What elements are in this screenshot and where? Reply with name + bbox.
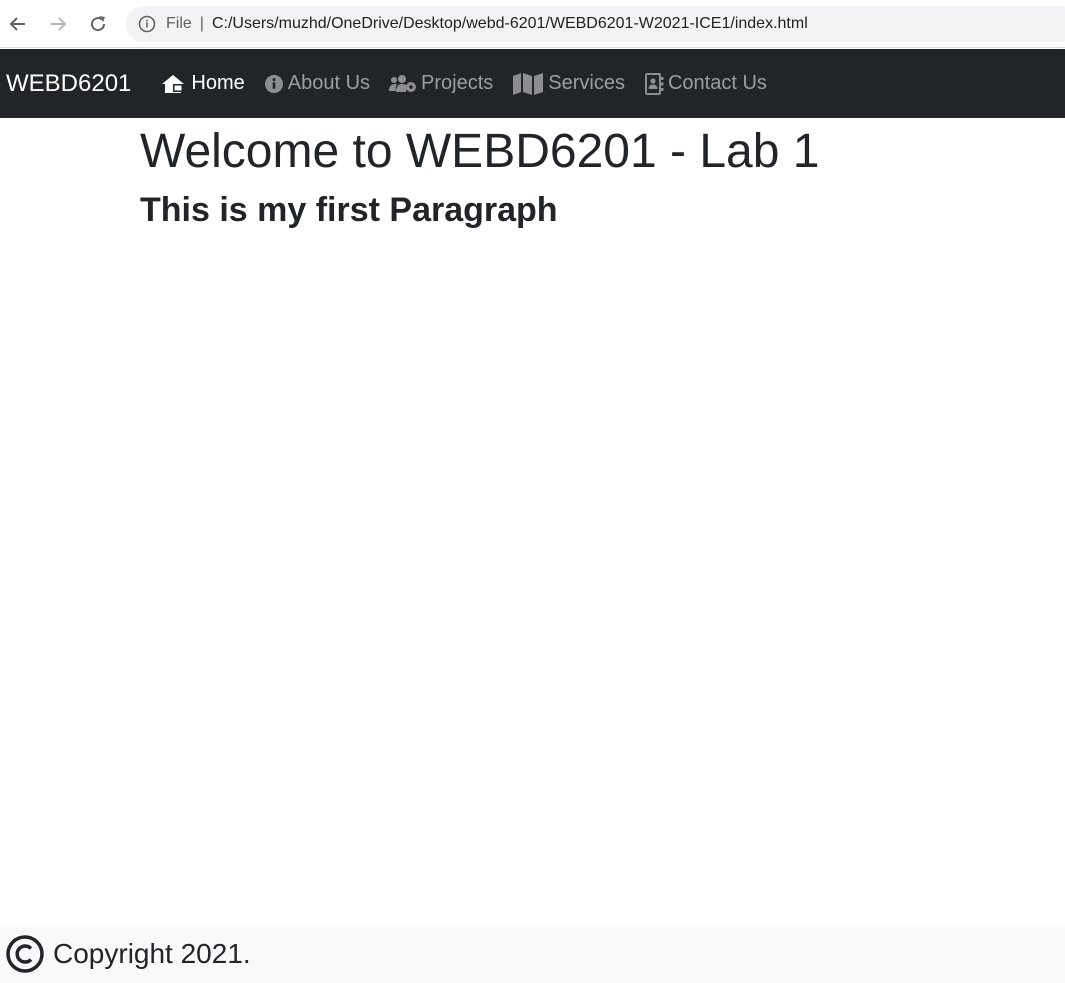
url-separator: | bbox=[199, 15, 204, 32]
map-icon bbox=[512, 72, 544, 96]
page-title: Welcome to WEBD6201 - Lab 1 bbox=[140, 125, 820, 178]
house-user-icon bbox=[161, 73, 187, 95]
users-cog-icon bbox=[389, 74, 417, 94]
copyright-text: Copyright 2021. bbox=[53, 938, 251, 969]
nav-item-home[interactable]: Home bbox=[161, 72, 245, 95]
file-label: File bbox=[166, 15, 192, 32]
arrow-right-icon bbox=[48, 14, 68, 34]
back-button[interactable] bbox=[6, 12, 30, 36]
forward-button[interactable] bbox=[46, 12, 70, 36]
nav-item-contact-us[interactable]: Contact Us bbox=[644, 72, 767, 96]
nav-item-label: About Us bbox=[287, 72, 371, 94]
arrow-left-icon bbox=[8, 14, 28, 34]
address-bar[interactable]: File | C:/Users/muzhd/OneDrive/Desktop/w… bbox=[126, 6, 1065, 42]
page-footer: Copyright 2021. bbox=[0, 925, 1065, 983]
navbar-brand[interactable]: WEBD6201 bbox=[6, 70, 131, 98]
nav-item-label: Contact Us bbox=[667, 72, 767, 94]
url-text[interactable]: C:/Users/muzhd/OneDrive/Desktop/webd-620… bbox=[212, 15, 808, 33]
reload-icon bbox=[88, 14, 108, 34]
nav-item-label: Home bbox=[191, 72, 245, 94]
nav-item-label: Projects bbox=[421, 72, 494, 94]
info-circle-icon[interactable] bbox=[138, 15, 156, 33]
site-navbar: WEBD6201 Home About Us Projects Services… bbox=[0, 49, 1065, 118]
page-subtitle: This is my first Paragraph bbox=[140, 191, 558, 229]
info-circle-icon bbox=[264, 74, 284, 94]
nav-item-about-us[interactable]: About Us bbox=[264, 72, 370, 95]
address-book-icon bbox=[644, 72, 664, 96]
copyright-icon bbox=[5, 934, 45, 974]
browser-toolbar: File | C:/Users/muzhd/OneDrive/Desktop/w… bbox=[0, 0, 1065, 48]
nav-item-projects[interactable]: Projects bbox=[389, 72, 493, 95]
reload-button[interactable] bbox=[86, 12, 110, 36]
nav-item-label: Services bbox=[548, 72, 625, 94]
nav-item-services[interactable]: Services bbox=[512, 72, 625, 96]
main-content: Welcome to WEBD6201 - Lab 1 This is my f… bbox=[140, 118, 1040, 232]
